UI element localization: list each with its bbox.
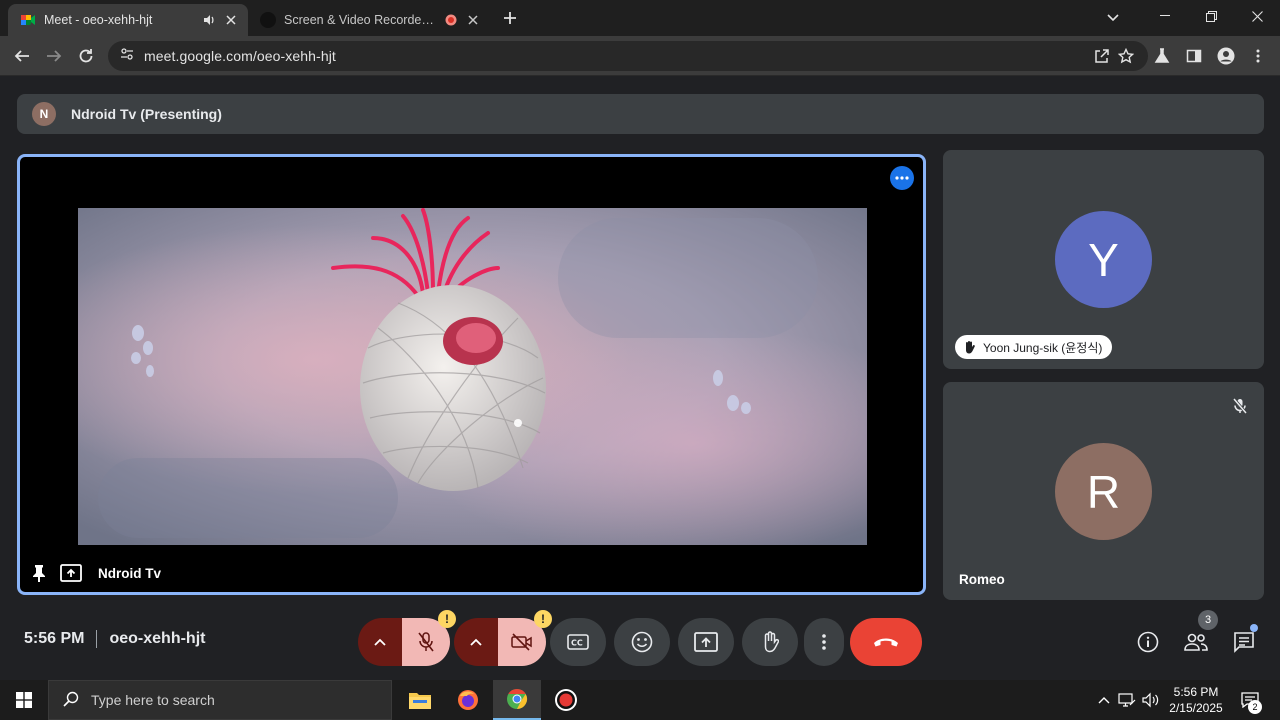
tab-search-chevron-icon[interactable] (1102, 8, 1124, 28)
tab-meet[interactable]: Meet - oeo-xehh-hjt (8, 4, 248, 36)
profile-icon[interactable] (1212, 42, 1240, 70)
chat-notification-dot (1250, 624, 1258, 632)
participant-tile[interactable]: Y Yoon Jung-sik (윤정식) (943, 150, 1264, 369)
camera-off-button[interactable]: ! (498, 610, 552, 666)
close-tab-icon[interactable] (222, 11, 240, 29)
leave-call-button[interactable] (850, 618, 922, 666)
windows-start-icon[interactable] (0, 680, 48, 720)
tab-screen-recorder[interactable]: Screen & Video Recorder | F (250, 4, 490, 36)
video-settings-button[interactable] (454, 618, 498, 666)
recording-indicator-icon (442, 11, 460, 29)
mic-off-icon (1230, 396, 1250, 416)
people-icon[interactable] (1180, 626, 1212, 658)
svg-text:CC: CC (571, 639, 583, 648)
divider (96, 630, 98, 648)
audio-playing-icon[interactable] (200, 11, 218, 29)
close-window-button[interactable] (1234, 0, 1280, 32)
presenting-label: Ndroid Tv (Presenting) (71, 106, 222, 122)
raised-hand-icon (961, 339, 977, 355)
url-text: meet.google.com/oeo-xehh-hjt (144, 48, 336, 64)
microphone-control: ! (358, 610, 456, 666)
tile-footer: Ndroid Tv (28, 562, 161, 584)
labs-flask-icon[interactable] (1148, 42, 1176, 70)
browser-menu-icon[interactable] (1244, 42, 1272, 70)
meeting-code[interactable]: oeo-xehh-hjt (109, 630, 205, 648)
file-explorer-icon[interactable] (396, 680, 444, 720)
site-info-icon[interactable] (120, 47, 134, 66)
network-icon[interactable] (1116, 680, 1138, 720)
presenting-banner: N Ndroid Tv (Presenting) (17, 94, 1264, 134)
system-clock[interactable]: 5:56 PM 2/15/2025 (1166, 684, 1226, 716)
presentation-tile[interactable]: Ndroid Tv (17, 154, 926, 595)
more-options-button[interactable] (804, 618, 844, 666)
mic-off-button[interactable]: ! (402, 610, 456, 666)
participant-name: Yoon Jung-sik (윤정식) (983, 340, 1103, 355)
action-center-icon[interactable] (1236, 680, 1264, 720)
volume-icon[interactable] (1140, 680, 1162, 720)
window-controls (1142, 0, 1280, 32)
side-panel-icon[interactable] (1180, 42, 1208, 70)
windows-taskbar: Type here to search 5:56 PM 2/15/2025 2 (0, 680, 1280, 720)
taskbar-search-box[interactable]: Type here to search (48, 680, 392, 720)
tab-title: Meet - oeo-xehh-hjt (44, 13, 153, 27)
people-count-badge: 3 (1198, 610, 1218, 630)
presenter-avatar: N (32, 102, 56, 126)
participant-avatar: Y (1055, 211, 1152, 308)
minimize-button[interactable] (1142, 0, 1188, 32)
camera-control: ! (454, 610, 552, 666)
google-meet-favicon-icon (20, 12, 36, 28)
browser-toolbar: meet.google.com/oeo-xehh-hjt (0, 36, 1280, 76)
participant-name-chip: Yoon Jung-sik (윤정식) (955, 335, 1113, 359)
presenter-name: Ndroid Tv (98, 565, 161, 581)
system-time: 5:56 PM (1173, 685, 1219, 699)
reload-button[interactable] (72, 42, 100, 70)
raise-hand-button[interactable] (742, 618, 798, 666)
participant-name: Romeo (959, 572, 1005, 587)
system-date: 2/15/2025 (1169, 701, 1223, 715)
present-screen-icon (60, 562, 82, 584)
pin-icon[interactable] (28, 562, 50, 584)
firefox-icon[interactable] (444, 680, 492, 720)
recorder-favicon-icon (260, 12, 276, 28)
search-placeholder: Type here to search (91, 692, 215, 708)
current-time: 5:56 PM (24, 630, 85, 647)
close-tab-icon[interactable] (464, 11, 482, 29)
meet-content: N Ndroid Tv (Presenting) Ndroid Tv Y Yoo… (0, 77, 1280, 680)
audio-settings-button[interactable] (358, 618, 402, 666)
notification-count-badge: 2 (1248, 700, 1262, 714)
restore-button[interactable] (1188, 0, 1234, 32)
reactions-button[interactable] (614, 618, 670, 666)
back-button[interactable] (8, 42, 36, 70)
meeting-controls-bar: 5:56 PM oeo-xehh-hjt ! ! CC 3 (0, 610, 1280, 680)
show-hidden-icons-chevron[interactable] (1094, 680, 1114, 720)
camera-warning-badge: ! (534, 610, 552, 628)
new-tab-button[interactable] (497, 6, 523, 30)
browser-tab-strip: Meet - oeo-xehh-hjt Screen & Video Recor… (0, 0, 1280, 36)
participant-tile[interactable]: R Romeo (943, 382, 1264, 600)
chrome-icon[interactable] (493, 680, 541, 720)
bookmark-star-icon[interactable] (1112, 42, 1140, 70)
screen-recorder-app-icon[interactable] (542, 680, 590, 720)
meeting-details: 5:56 PM oeo-xehh-hjt (24, 630, 205, 648)
tab-title: Screen & Video Recorder | F (284, 13, 438, 27)
shared-video (78, 208, 867, 545)
address-bar[interactable]: meet.google.com/oeo-xehh-hjt (108, 41, 1148, 71)
tile-more-options-button[interactable] (890, 166, 914, 190)
present-now-button[interactable] (678, 618, 734, 666)
meeting-info-icon[interactable] (1132, 626, 1164, 658)
search-icon (63, 691, 79, 710)
participant-avatar: R (1055, 443, 1152, 540)
captions-button[interactable]: CC (550, 618, 606, 666)
forward-button[interactable] (40, 42, 68, 70)
